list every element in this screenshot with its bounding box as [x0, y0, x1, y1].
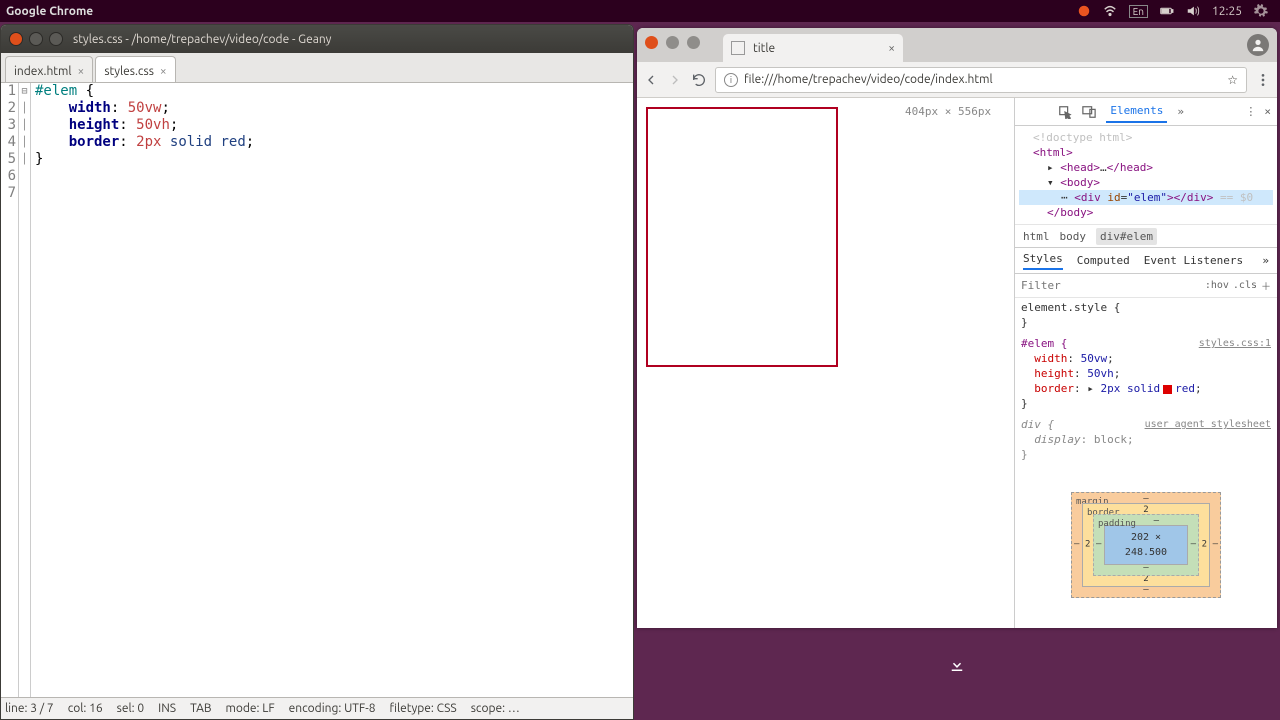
subtab-computed[interactable]: Computed	[1077, 254, 1130, 267]
url-text: file:///home/trepachev/video/code/index.…	[744, 73, 993, 86]
geany-tab-styles-css[interactable]: styles.css×	[95, 56, 175, 82]
chrome-menu-icon[interactable]	[1255, 72, 1271, 88]
download-icon[interactable]	[948, 656, 966, 674]
gnome-top-panel: Google Chrome En 12:25	[0, 0, 1280, 22]
devtools-menu-icon[interactable]: ⋮	[1245, 105, 1256, 118]
styles-filter-bar: :hov .cls ＋	[1015, 274, 1277, 298]
geany-window: styles.css - /home/trepachev/video/code …	[0, 24, 634, 720]
site-info-icon[interactable]: i	[724, 73, 738, 87]
chrome-window: title × i file:///home/trepachev/video/c…	[637, 28, 1277, 628]
geany-title-text: styles.css - /home/trepachev/video/code …	[73, 33, 331, 46]
viewport-dimensions: 404px × 556px	[905, 105, 991, 118]
profile-avatar-icon[interactable]	[1247, 34, 1269, 56]
download-shelf[interactable]	[637, 630, 1277, 720]
window-close-button[interactable]	[645, 36, 658, 49]
styles-filter-input[interactable]	[1021, 279, 1201, 292]
rule-inline: element.style {}	[1021, 300, 1271, 330]
status-filetype: filetype: CSS	[390, 702, 457, 715]
devtools-panel: 404px × 556px Elements » ⋮ × <!doctype h…	[1015, 98, 1277, 628]
address-bar[interactable]: i file:///home/trepachev/video/code/inde…	[715, 67, 1247, 93]
cls-toggle[interactable]: .cls	[1233, 280, 1257, 291]
subtab-styles[interactable]: Styles	[1023, 252, 1063, 270]
box-model-diagram[interactable]: margin – – – – border 2 2 2 2	[1071, 492, 1221, 598]
fold-gutter[interactable]: ⊟ │ │ │ │	[19, 83, 31, 697]
geany-editor-area[interactable]: 1 2 3 4 5 6 7 ⊟ │ │ │ │ #elem { width: 5…	[1, 83, 633, 697]
dom-tree[interactable]: <!doctype html> <html> ▸ <head>…</head> …	[1015, 126, 1277, 224]
geany-tabbar: index.html× styles.css×	[1, 53, 633, 83]
close-icon[interactable]: ×	[888, 42, 895, 55]
devtools-close-icon[interactable]: ×	[1264, 105, 1271, 118]
geany-statusbar: line: 3 / 7 col: 16 sel: 0 INS TAB mode:…	[1, 697, 633, 719]
chrome-tab[interactable]: title ×	[723, 34, 903, 62]
status-encoding: encoding: UTF-8	[289, 702, 376, 715]
settings-gear-icon[interactable]	[1254, 4, 1268, 18]
status-ins: INS	[158, 702, 176, 715]
crumb-body[interactable]: body	[1060, 230, 1087, 243]
record-icon[interactable]	[1077, 4, 1091, 18]
volume-icon[interactable]	[1186, 4, 1200, 18]
rendered-page[interactable]	[637, 98, 1015, 628]
window-maximize-button[interactable]	[687, 36, 700, 49]
inspect-element-icon[interactable]	[1058, 105, 1072, 119]
device-toolbar-icon[interactable]	[1082, 105, 1096, 119]
crumb-html[interactable]: html	[1023, 230, 1050, 243]
devtools-topbar: 404px × 556px Elements » ⋮ ×	[1015, 98, 1277, 126]
chrome-toolbar: i file:///home/trepachev/video/code/inde…	[637, 62, 1277, 98]
nav-forward-icon	[667, 72, 683, 88]
styles-pane[interactable]: element.style {} styles.css:1 #elem { wi…	[1015, 298, 1277, 628]
more-subtabs-icon[interactable]: »	[1262, 254, 1269, 267]
battery-icon[interactable]	[1160, 4, 1174, 18]
clock[interactable]: 12:25	[1212, 5, 1242, 18]
status-sel: sel: 0	[117, 702, 144, 715]
window-minimize-button[interactable]	[29, 32, 43, 46]
active-app-title: Google Chrome	[6, 5, 93, 18]
dom-selected-node[interactable]: ⋯ <div id="elem"></div> == $0	[1019, 190, 1273, 205]
elem-red-box	[646, 107, 838, 367]
dom-breadcrumbs[interactable]: html body div#elem	[1015, 224, 1277, 248]
rule-user-agent: user agent stylesheet div { display: blo…	[1021, 417, 1271, 462]
status-line: line: 3 / 7	[5, 702, 54, 715]
close-icon[interactable]: ×	[78, 65, 85, 78]
status-mode: mode: LF	[226, 702, 275, 715]
geany-tab-index-html[interactable]: index.html×	[5, 56, 93, 82]
window-minimize-button[interactable]	[666, 36, 679, 49]
dom-doctype: <!doctype html>	[1019, 130, 1273, 145]
keyboard-layout-indicator[interactable]: En	[1129, 5, 1148, 18]
nav-back-icon[interactable]	[643, 72, 659, 88]
window-maximize-button[interactable]	[49, 32, 63, 46]
favicon-icon	[731, 41, 745, 55]
status-tab: TAB	[190, 702, 211, 715]
more-tabs-icon[interactable]: »	[1177, 105, 1184, 118]
code-text[interactable]: #elem { width: 50vw; height: 50vh; borde…	[31, 83, 633, 697]
close-icon[interactable]: ×	[160, 65, 167, 78]
status-col: col: 16	[68, 702, 103, 715]
subtab-event-listeners[interactable]: Event Listeners	[1144, 254, 1243, 267]
chrome-tab-title: title	[753, 42, 775, 55]
geany-titlebar[interactable]: styles.css - /home/trepachev/video/code …	[1, 25, 633, 53]
window-close-button[interactable]	[9, 32, 23, 46]
network-icon[interactable]	[1103, 4, 1117, 18]
hover-toggle[interactable]: :hov	[1205, 280, 1229, 291]
reload-icon[interactable]	[691, 72, 707, 88]
rule-elem: styles.css:1 #elem { width: 50vw; height…	[1021, 336, 1271, 411]
styles-subtab-bar: Styles Computed Event Listeners »	[1015, 248, 1277, 274]
rule-source-link[interactable]: styles.css:1	[1199, 336, 1271, 351]
add-rule-icon[interactable]: ＋	[1261, 278, 1271, 293]
crumb-div-elem[interactable]: div#elem	[1096, 228, 1157, 245]
line-number-gutter: 1 2 3 4 5 6 7	[1, 83, 19, 697]
bookmark-star-icon[interactable]: ☆	[1227, 73, 1238, 87]
chrome-tabstrip[interactable]: title ×	[637, 28, 1277, 62]
status-scope: scope: …	[471, 702, 520, 715]
devtools-tab-elements[interactable]: Elements	[1106, 100, 1167, 123]
color-swatch-icon[interactable]	[1163, 385, 1172, 394]
